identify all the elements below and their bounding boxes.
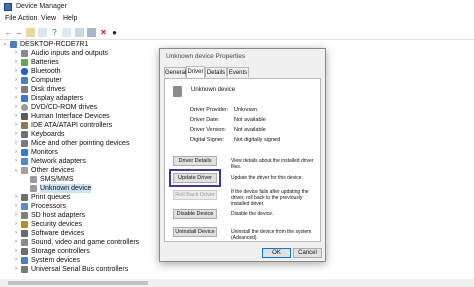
disk-icon (21, 86, 28, 93)
driver-details-button[interactable]: Driver Details (173, 156, 217, 166)
menu-help[interactable]: Help (63, 15, 77, 22)
menu-view[interactable]: View (41, 15, 56, 22)
show-hide-icon[interactable] (38, 28, 47, 37)
unknown-device-icon (30, 176, 37, 183)
sound-icon (21, 239, 28, 246)
title-bar: Device Manager (0, 0, 474, 14)
driver-date-value: Not available (234, 117, 266, 123)
uninstall-icon[interactable]: ✕ (99, 28, 108, 37)
properties-icon[interactable] (26, 28, 35, 37)
network-icon (21, 158, 28, 165)
cancel-button[interactable]: Cancel (293, 248, 322, 258)
uninstall-device-button[interactable]: Uninstall Device (173, 227, 217, 237)
dialog-title: Unknown device Properties (166, 53, 246, 60)
window-title: Device Manager (16, 3, 67, 10)
usb-icon (21, 266, 28, 273)
update-driver-button[interactable]: Update Driver (169, 169, 221, 187)
driver-details-desc: View details about the installed driver … (231, 158, 314, 170)
disable-device-button[interactable]: Disable Device (173, 209, 217, 219)
chevron-down-icon[interactable]: ⌄ (13, 166, 19, 175)
menu-action[interactable]: Action (18, 15, 37, 22)
driver-panel: Unknown device Driver Provider: Unknown … (164, 78, 321, 242)
chevron-down-icon[interactable]: ⌄ (2, 40, 8, 49)
display-icon (21, 95, 28, 102)
hid-icon (21, 113, 28, 120)
digital-signer-label: Digital Signer: (190, 137, 225, 143)
menu-bar: File Action View Help (0, 14, 474, 26)
processor-icon (21, 203, 28, 210)
driver-date-label: Driver Date: (190, 117, 220, 123)
printer-icon (21, 194, 28, 201)
menu-file[interactable]: File (5, 15, 16, 22)
monitor-icon (21, 149, 28, 156)
view-icon[interactable] (62, 28, 71, 37)
keyboard-icon (21, 131, 28, 138)
computer-icon (10, 41, 17, 48)
sd-icon (21, 212, 28, 219)
back-icon[interactable]: ← (4, 28, 13, 37)
driver-version-label: Driver Version: (190, 127, 227, 133)
properties-dialog: Unknown device Properties General Driver… (159, 48, 326, 262)
scan-icon[interactable]: ● (110, 28, 119, 37)
dvd-icon (21, 104, 28, 111)
ide-icon (21, 122, 28, 129)
driver-version-value: Not available (234, 127, 266, 133)
storage-icon (21, 248, 28, 255)
ok-button[interactable]: OK (262, 248, 291, 258)
horizontal-scrollbar[interactable] (0, 279, 474, 287)
battery-icon (21, 59, 28, 66)
system-icon (21, 257, 28, 264)
driver-provider-value: Unknown (234, 107, 257, 113)
tab-details[interactable]: Details (205, 67, 227, 77)
mouse-icon (21, 140, 28, 147)
other-devices-icon (21, 167, 28, 174)
digital-signer-value: Not digitally signed (234, 137, 281, 143)
scrollbar-thumb[interactable] (8, 281, 148, 285)
forward-icon[interactable]: → (14, 28, 23, 37)
device-manager-icon (4, 3, 12, 11)
roll-back-driver-desc: If the device fails after updating the d… (231, 189, 309, 207)
tab-events[interactable]: Events (227, 67, 249, 77)
roll-back-driver-button[interactable]: Roll Back Driver (173, 190, 217, 200)
security-icon (21, 221, 28, 228)
bluetooth-icon (21, 68, 28, 75)
software-icon (21, 230, 28, 237)
update-driver-desc: Update the driver for this device. (231, 175, 303, 181)
unknown-device-icon (173, 86, 182, 97)
update-driver-icon[interactable] (87, 28, 96, 37)
computer-icon (21, 77, 28, 84)
tab-general[interactable]: General (164, 67, 186, 77)
uninstall-device-desc: Uninstall the device from the system (Ad… (231, 229, 312, 241)
driver-provider-label: Driver Provider: (190, 107, 229, 113)
device-name: Unknown device (191, 87, 236, 93)
toolbar: ← → ? ✕ ● (0, 26, 474, 40)
speaker-icon (21, 50, 28, 57)
unknown-device-icon (30, 185, 37, 192)
computer-update-icon[interactable] (75, 28, 84, 37)
disable-device-desc: Disable the device. (231, 211, 274, 217)
tab-driver[interactable]: Driver (186, 66, 205, 78)
help-icon[interactable]: ? (50, 28, 59, 37)
